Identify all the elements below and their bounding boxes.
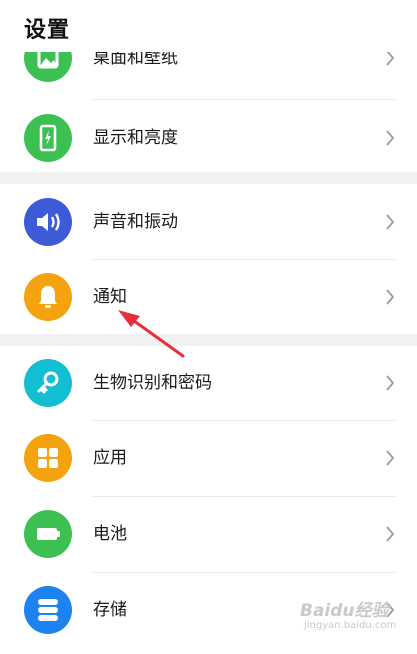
settings-item-notifications[interactable]: 通知 xyxy=(0,260,417,334)
settings-item-label: 存储 xyxy=(93,600,127,620)
settings-item-biometrics[interactable]: 生物识别和密码 xyxy=(0,346,417,420)
display-brightness-icon xyxy=(24,114,72,162)
sound-icon xyxy=(24,198,72,246)
settings-item-label: 应用 xyxy=(93,448,127,468)
settings-group-sound: 声音和振动 通知 xyxy=(0,184,417,334)
settings-item-sound[interactable]: 声音和振动 xyxy=(0,184,417,260)
settings-item-apps[interactable]: 应用 xyxy=(0,421,417,496)
chevron-right-icon xyxy=(385,525,395,543)
section-separator xyxy=(0,334,417,346)
page-title: 设置 xyxy=(24,18,71,43)
settings-item-display[interactable]: 显示和亮度 xyxy=(0,100,417,176)
apps-grid-icon xyxy=(24,434,72,482)
settings-item-label: 声音和振动 xyxy=(93,212,178,232)
watermark-logo: Baidu经验 jingyan.baidu.com xyxy=(296,596,414,648)
settings-item-label: 电池 xyxy=(93,524,127,544)
settings-group-display: 桌面和壁纸 显示和亮度 xyxy=(0,34,417,172)
chevron-right-icon xyxy=(385,213,395,231)
watermark-text: Baidu经验 xyxy=(300,601,389,621)
chevron-right-icon xyxy=(385,288,395,306)
settings-item-battery[interactable]: 电池 xyxy=(0,497,417,572)
storage-icon xyxy=(24,586,72,634)
settings-item-label: 生物识别和密码 xyxy=(93,373,212,393)
battery-icon xyxy=(24,510,72,558)
chevron-right-icon xyxy=(385,374,395,392)
settings-item-label: 通知 xyxy=(93,287,127,307)
watermark-subtext: jingyan.baidu.com xyxy=(304,620,397,631)
chevron-right-icon xyxy=(385,129,395,147)
key-icon xyxy=(24,359,72,407)
section-separator xyxy=(0,172,417,184)
bell-icon xyxy=(24,273,72,321)
header: 设置 xyxy=(0,0,417,52)
settings-item-label: 显示和亮度 xyxy=(93,128,178,148)
chevron-right-icon xyxy=(385,449,395,467)
